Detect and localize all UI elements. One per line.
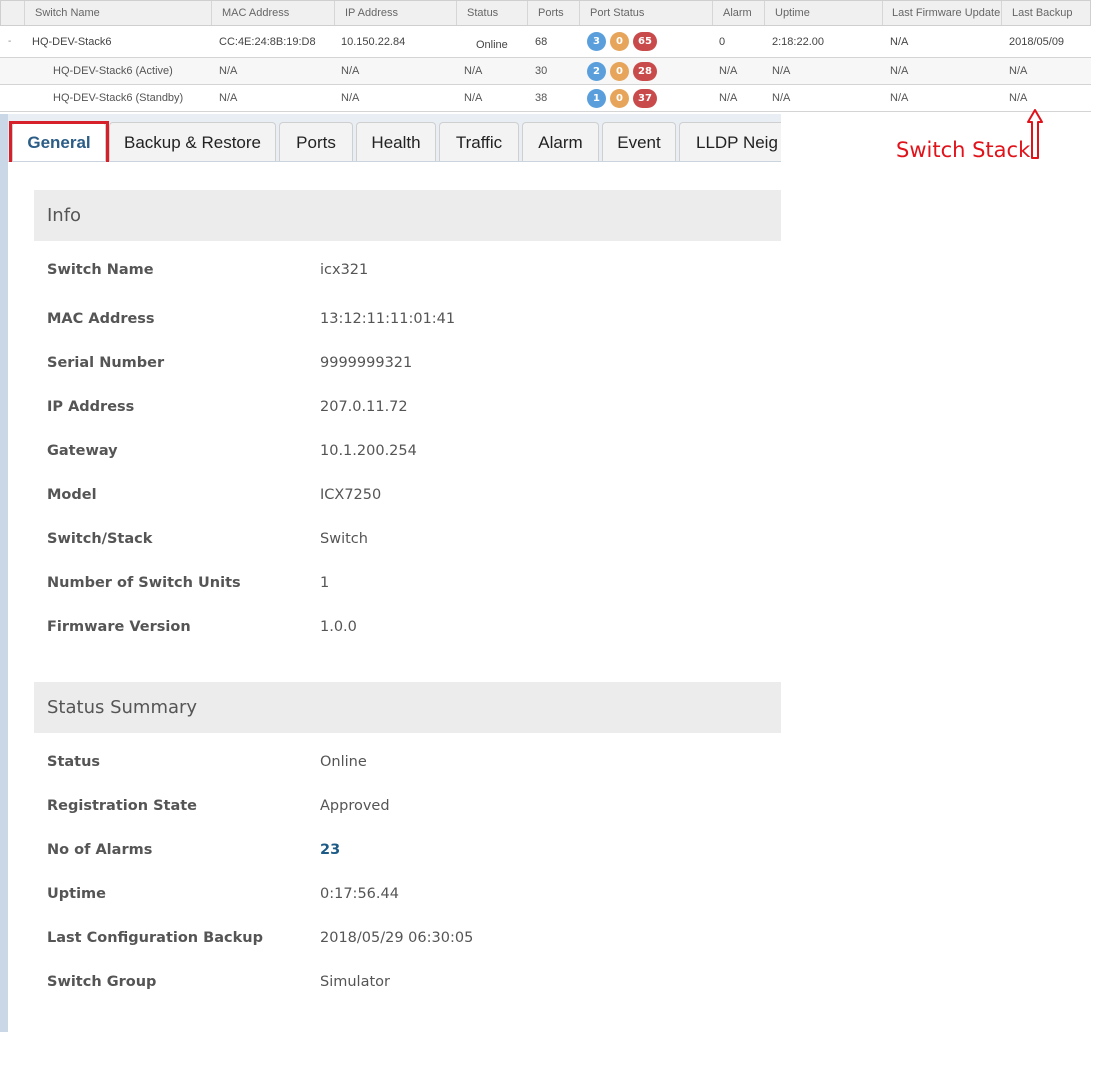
table-row[interactable]: HQ-DEV-Stack6 (Standby) N/A N/A N/A 38 1… [0, 85, 1091, 112]
col-status[interactable]: Status [456, 1, 527, 25]
port-warning-badge: 0 [610, 61, 629, 81]
cell-ports: 30 [535, 65, 548, 77]
cell-ip: 10.150.22.84 [341, 35, 406, 48]
grid-header: Switch Name MAC Address IP Address Statu… [0, 0, 1091, 26]
label-last-config-backup: Last Configuration Backup [47, 930, 263, 946]
col-ports[interactable]: Ports [527, 1, 579, 25]
value-number-of-units: 1 [320, 575, 330, 591]
tab-traffic[interactable]: Traffic [439, 122, 519, 161]
value-switch-stack: Switch [320, 531, 368, 547]
cell-switch-name[interactable]: HQ-DEV-Stack6 (Standby) [53, 85, 210, 111]
cell-port-status: 2 0 28 [587, 58, 711, 84]
port-down-badge: 28 [633, 61, 657, 81]
col-last-backup[interactable]: Last Backup [1001, 1, 1092, 25]
value-switch-name: icx321 [320, 262, 369, 278]
value-registration-state: Approved [320, 798, 390, 814]
left-accent-bar [0, 114, 8, 1032]
cell-port-status: 3 0 65 [587, 26, 711, 57]
info-section-header: Info [34, 190, 781, 241]
label-gateway: Gateway [47, 443, 118, 459]
col-mac-address[interactable]: MAC Address [211, 1, 334, 25]
cell-firmware: N/A [890, 35, 909, 48]
tab-alarm[interactable]: Alarm [522, 122, 599, 161]
label-mac-address: MAC Address [47, 311, 155, 327]
cell-switch-name[interactable]: HQ-DEV-Stack6 [32, 26, 210, 57]
cell-backup: N/A [1009, 65, 1028, 77]
cell-firmware: N/A [890, 92, 909, 104]
cell-firmware: N/A [890, 65, 909, 77]
cell-backup: N/A [1009, 92, 1028, 104]
col-ip-address[interactable]: IP Address [334, 1, 456, 25]
value-model: ICX7250 [320, 487, 382, 503]
value-status: Online [320, 754, 367, 770]
cell-uptime: 2:18:22.00 [772, 35, 824, 48]
tab-general[interactable]: General [12, 122, 106, 161]
cell-switch-name[interactable]: HQ-DEV-Stack6 (Active) [53, 58, 210, 84]
col-uptime[interactable]: Uptime [764, 1, 882, 25]
tab-backup-restore[interactable]: Backup & Restore [109, 122, 276, 161]
cell-uptime: N/A [772, 92, 791, 104]
value-uptime: 0:17:56.44 [320, 886, 399, 902]
port-up-badge: 2 [587, 61, 606, 81]
table-row[interactable]: HQ-DEV-Stack6 (Active) N/A N/A N/A 30 2 … [0, 58, 1091, 85]
value-switch-group: Simulator [320, 974, 390, 990]
label-uptime: Uptime [47, 886, 106, 902]
value-mac-address: 13:12:11:11:01:41 [320, 311, 456, 327]
port-up-badge: 3 [587, 32, 606, 51]
label-switch-group: Switch Group [47, 974, 157, 990]
col-last-firmware-update[interactable]: Last Firmware Update [882, 1, 1001, 25]
cell-ports: 38 [535, 92, 548, 104]
tab-event[interactable]: Event [602, 122, 676, 161]
value-ip-address: 207.0.11.72 [320, 399, 408, 415]
cell-port-status: 1 0 37 [587, 85, 711, 111]
switch-stack-annotation: Switch Stack [896, 138, 1031, 162]
tab-health[interactable]: Health [356, 122, 436, 161]
col-port-status[interactable]: Port Status [579, 1, 712, 25]
cell-mac: N/A [219, 65, 238, 77]
value-gateway: 10.1.200.254 [320, 443, 417, 459]
label-status: Status [47, 754, 101, 770]
alarms-count-link[interactable]: 23 [320, 842, 340, 858]
cell-mac: CC:4E:24:8B:19:D8 [219, 35, 316, 48]
label-switch-stack: Switch/Stack [47, 531, 153, 547]
value-last-config-backup: 2018/05/29 06:30:05 [320, 930, 474, 946]
label-model: Model [47, 487, 97, 503]
cell-ip: N/A [341, 65, 360, 77]
cell-alarm: 0 [719, 35, 726, 48]
port-warning-badge: 0 [610, 88, 629, 108]
cell-mac: N/A [219, 92, 238, 104]
collapse-icon[interactable]: - [8, 26, 11, 57]
label-switch-name: Switch Name [47, 262, 154, 278]
value-firmware-version: 1.0.0 [320, 619, 357, 635]
port-up-badge: 1 [587, 88, 606, 108]
table-row[interactable]: - HQ-DEV-Stack6 CC:4E:24:8B:19:D8 10.150… [0, 26, 1091, 58]
status-summary-header: Status Summary [34, 682, 781, 733]
col-alarm[interactable]: Alarm [712, 1, 764, 25]
tab-lldp-neighbors[interactable]: LLDP Neig [679, 122, 781, 161]
label-no-of-alarms: No of Alarms [47, 842, 153, 858]
cell-ports: 68 [535, 35, 548, 48]
col-switch-name[interactable]: Switch Name [24, 1, 211, 25]
cell-ip: N/A [341, 92, 360, 104]
label-serial-number: Serial Number [47, 355, 165, 371]
cell-alarm: N/A [719, 92, 738, 104]
value-serial-number: 9999999321 [320, 355, 413, 371]
port-down-badge: 37 [633, 88, 657, 108]
cell-status: Online [476, 38, 508, 51]
label-registration-state: Registration State [47, 798, 198, 814]
port-down-badge: 65 [633, 32, 657, 51]
cell-status: N/A [464, 92, 483, 104]
label-number-of-units: Number of Switch Units [47, 575, 241, 591]
cell-alarm: N/A [719, 65, 738, 77]
cell-backup: 2018/05/09 [1009, 35, 1065, 48]
label-firmware-version: Firmware Version [47, 619, 191, 635]
cell-uptime: N/A [772, 65, 791, 77]
cell-status: N/A [464, 65, 483, 77]
tab-strip: General Backup & Restore Ports Health Tr… [8, 114, 781, 162]
label-ip-address: IP Address [47, 399, 135, 415]
port-warning-badge: 0 [610, 32, 629, 51]
tab-ports[interactable]: Ports [279, 122, 353, 161]
